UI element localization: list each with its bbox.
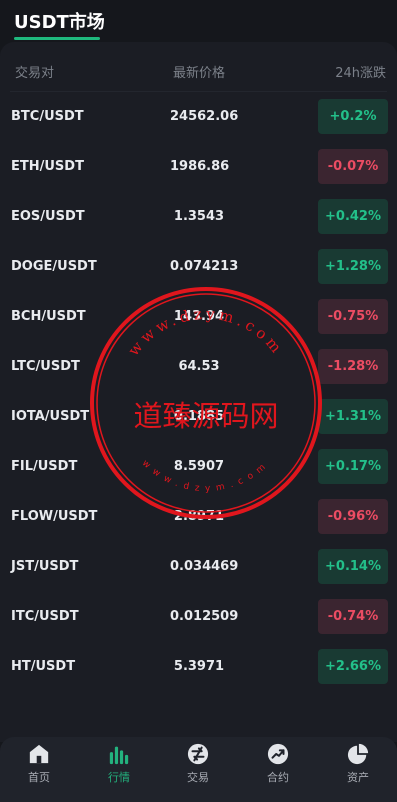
change-badge[interactable]: -0.74% <box>318 599 388 634</box>
market-row[interactable]: BTC/USDT 24562.06 +0.2% <box>0 92 397 142</box>
last-price: 0.012509 <box>170 609 239 624</box>
change-badge[interactable]: -0.75% <box>318 299 388 334</box>
pair-name: ITC/USDT <box>11 609 79 624</box>
pair-name: HT/USDT <box>11 659 76 674</box>
last-price: 0.1885 <box>173 409 225 424</box>
nav-market-label: 行情 <box>108 771 130 784</box>
market-row[interactable]: LTC/USDT 64.53 -1.28% <box>0 342 397 392</box>
change-badge[interactable]: -0.07% <box>318 149 388 184</box>
market-row[interactable]: IOTA/USDT 0.1885 +1.31% <box>0 392 397 442</box>
bottom-nav: 首页 行情 交易 合约 资产 <box>0 737 397 802</box>
change-badge[interactable]: +2.66% <box>318 649 388 684</box>
trend-up-icon <box>267 743 289 765</box>
pair-name: FIL/USDT <box>11 459 78 474</box>
pair-name: DOGE/USDT <box>11 259 97 274</box>
last-price: 8.5907 <box>173 459 225 474</box>
nav-assets-label: 资产 <box>347 771 369 784</box>
pair-name: ETH/USDT <box>11 159 84 174</box>
change-badge[interactable]: -0.96% <box>318 499 388 534</box>
market-row[interactable]: HT/USDT 5.3971 +2.66% <box>0 642 397 692</box>
change-badge[interactable]: +0.2% <box>318 99 388 134</box>
nav-contract-label: 合约 <box>267 771 289 784</box>
last-price: 0.034469 <box>170 559 239 574</box>
nav-trade-label: 交易 <box>187 771 209 784</box>
last-price: 0.074213 <box>170 259 239 274</box>
pair-name: BCH/USDT <box>11 309 86 324</box>
last-price: 2.8971 <box>173 509 225 524</box>
pair-name: BTC/USDT <box>11 109 84 124</box>
market-row[interactable]: JST/USDT 0.034469 +0.14% <box>0 542 397 592</box>
pair-name: EOS/USDT <box>11 209 85 224</box>
change-badge[interactable]: -1.28% <box>318 349 388 384</box>
change-badge[interactable]: +0.42% <box>318 199 388 234</box>
column-header-price: 最新价格 <box>172 66 225 81</box>
nav-home[interactable]: 首页 <box>9 743 69 785</box>
column-header-pair: 交易对 <box>15 66 55 81</box>
market-row[interactable]: ETH/USDT 1986.86 -0.07% <box>0 142 397 192</box>
market-row[interactable]: BCH/USDT 143.94 -0.75% <box>0 292 397 342</box>
pie-chart-icon <box>347 743 369 765</box>
nav-contract[interactable]: 合约 <box>248 743 308 785</box>
last-price: 24562.06 <box>170 109 239 124</box>
column-header-change: 24h涨跌 <box>335 66 386 81</box>
market-row[interactable]: DOGE/USDT 0.074213 +1.28% <box>0 242 397 292</box>
market-panel: 交易对 最新价格 24h涨跌 BTC/USDT 24562.06 +0.2% ETH/… <box>0 42 397 742</box>
change-badge[interactable]: +0.17% <box>318 449 388 484</box>
last-price: 5.3971 <box>173 659 225 674</box>
last-price: 1.3543 <box>173 209 225 224</box>
nav-home-label: 首页 <box>28 771 50 784</box>
home-icon <box>29 744 49 764</box>
market-row[interactable]: FIL/USDT 8.5907 +0.17% <box>0 442 397 492</box>
top-bar: USDT市场 <box>0 0 397 40</box>
last-price: 1986.86 <box>170 159 230 174</box>
market-row[interactable]: ITC/USDT 0.012509 -0.74% <box>0 592 397 642</box>
market-row[interactable]: FLOW/USDT 2.8971 -0.96% <box>0 492 397 542</box>
last-price: 143.94 <box>173 309 225 324</box>
market-row[interactable]: EOS/USDT 1.3543 +0.42% <box>0 192 397 242</box>
pair-name: JST/USDT <box>11 559 79 574</box>
active-tab-indicator <box>14 37 100 40</box>
market-tab-title[interactable]: USDT市场 <box>14 8 105 34</box>
nav-assets[interactable]: 资产 <box>328 743 388 785</box>
chart-bars-icon <box>109 746 129 765</box>
pair-name: IOTA/USDT <box>11 409 90 424</box>
change-badge[interactable]: +0.14% <box>318 549 388 584</box>
last-price: 64.53 <box>178 359 220 374</box>
exchange-icon <box>187 743 209 765</box>
nav-trade[interactable]: 交易 <box>168 743 228 785</box>
change-badge[interactable]: +1.28% <box>318 249 388 284</box>
change-badge[interactable]: +1.31% <box>318 399 388 434</box>
pair-name: FLOW/USDT <box>11 509 98 524</box>
nav-market[interactable]: 行情 <box>89 743 149 785</box>
pair-name: LTC/USDT <box>11 359 80 374</box>
